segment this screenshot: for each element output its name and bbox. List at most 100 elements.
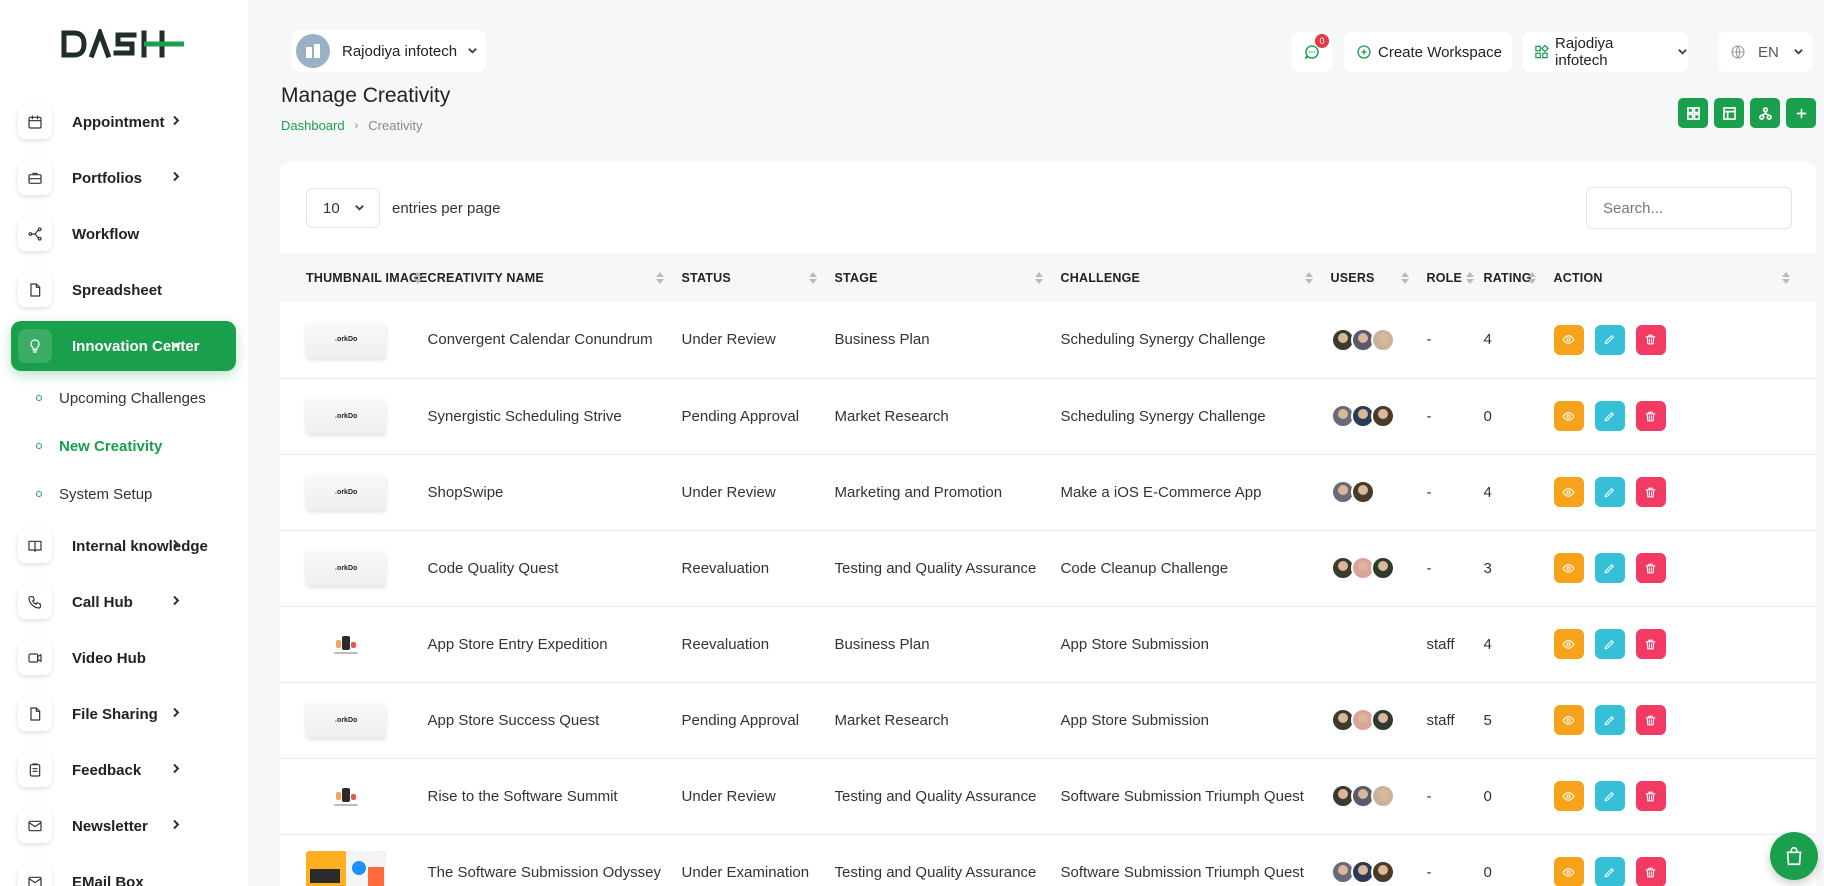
creativity-table: THUMBNAIL IMAGE CREATIVITY NAME STATUS S… bbox=[280, 253, 1816, 886]
sidebar-item-feedback[interactable]: Feedback bbox=[0, 742, 248, 798]
view-button[interactable] bbox=[1553, 857, 1584, 886]
mail-icon bbox=[18, 865, 52, 886]
edit-button[interactable] bbox=[1594, 857, 1625, 886]
delete-button[interactable] bbox=[1635, 324, 1666, 355]
edit-button[interactable] bbox=[1594, 401, 1625, 431]
edit-button[interactable] bbox=[1594, 553, 1625, 583]
eye-icon bbox=[1562, 638, 1575, 651]
create-workspace-button[interactable]: Create Workspace bbox=[1344, 32, 1512, 72]
edit-button[interactable] bbox=[1594, 629, 1625, 659]
table-row: Rise to the Software Summit Under Review T… bbox=[280, 758, 1816, 834]
bullet-icon bbox=[36, 443, 42, 449]
col-creativity-name-label: CREATIVITY NAME bbox=[427, 270, 544, 285]
user-avatar[interactable] bbox=[1370, 860, 1395, 884]
list-view-button[interactable] bbox=[1714, 98, 1744, 128]
col-thumbnail[interactable]: THUMBNAIL IMAGE bbox=[280, 253, 428, 302]
edit-button[interactable] bbox=[1594, 477, 1625, 507]
delete-button[interactable] bbox=[1635, 705, 1666, 735]
table-body: ˔orkDo Convergent Calendar Conundrum Under… bbox=[280, 302, 1816, 886]
table-row: ˔orkDo ShopSwipe Under Review Marketing and… bbox=[280, 454, 1816, 530]
col-stage[interactable]: STAGE bbox=[835, 253, 1061, 302]
sidebar-nav: Appointment Portfolios Workflow Spreadsheet… bbox=[0, 94, 248, 886]
cell-status: Pending Approval bbox=[681, 407, 800, 425]
sidebar-item-video-hub[interactable]: Video Hub bbox=[0, 630, 248, 686]
sidebar-item-portfolios[interactable]: Portfolios bbox=[0, 150, 248, 206]
col-role[interactable]: ROLE bbox=[1427, 253, 1484, 302]
sidebar-subitem-new-creativity[interactable]: New Creativity bbox=[0, 422, 248, 470]
delete-button[interactable] bbox=[1635, 629, 1666, 659]
chevron-right-icon bbox=[170, 818, 182, 835]
col-users[interactable]: USERS bbox=[1331, 253, 1427, 302]
cell-creativity-name: Synergistic Scheduling Strive bbox=[427, 407, 622, 425]
user-avatar[interactable] bbox=[1370, 784, 1395, 808]
sidebar: Appointment Portfolios Workflow Spreadsheet… bbox=[0, 0, 248, 886]
company-name: Rajodiya infotech bbox=[342, 42, 458, 60]
view-button[interactable] bbox=[1553, 324, 1584, 355]
delete-button[interactable] bbox=[1635, 477, 1666, 507]
view-button[interactable] bbox=[1553, 553, 1584, 583]
col-action[interactable]: ACTION bbox=[1554, 253, 1816, 302]
sidebar-item-workflow[interactable]: Workflow bbox=[0, 206, 248, 262]
sidebar-item-call-hub[interactable]: Call Hub bbox=[0, 574, 248, 630]
grid-view-button[interactable] bbox=[1678, 98, 1708, 128]
avatar-group bbox=[1330, 480, 1427, 504]
eye-icon bbox=[1562, 866, 1575, 879]
cart-button[interactable] bbox=[1770, 832, 1818, 880]
delete-button[interactable] bbox=[1635, 857, 1666, 886]
thumbnail-image: ˔orkDo bbox=[306, 550, 386, 586]
col-status[interactable]: STATUS bbox=[682, 253, 835, 302]
company-selector[interactable]: Rajodiya infotech bbox=[292, 30, 487, 72]
entries-per-page-select[interactable]: 10 bbox=[306, 188, 380, 228]
user-avatar[interactable] bbox=[1370, 708, 1395, 732]
user-avatar[interactable] bbox=[1370, 556, 1395, 580]
delete-button[interactable] bbox=[1635, 553, 1666, 583]
trash-icon bbox=[1644, 333, 1657, 346]
cell-rating: 0 bbox=[1483, 787, 1492, 805]
col-rating-label: RATING bbox=[1483, 270, 1532, 285]
col-rating[interactable]: RATING bbox=[1484, 253, 1554, 302]
sidebar-item-internal-knowledge[interactable]: Internal knowledge bbox=[0, 518, 248, 574]
sidebar-subitem-system-setup[interactable]: System Setup bbox=[0, 470, 248, 518]
cell-creativity-name: Convergent Calendar Conundrum bbox=[427, 331, 653, 349]
user-avatar[interactable] bbox=[1350, 480, 1375, 504]
view-button[interactable] bbox=[1553, 477, 1584, 507]
language-selector[interactable]: EN bbox=[1718, 32, 1812, 72]
sidebar-subitem-upcoming-challenges[interactable]: Upcoming Challenges bbox=[0, 374, 248, 422]
cell-stage: Market Research bbox=[834, 711, 949, 729]
col-creativity-name[interactable]: CREATIVITY NAME bbox=[428, 253, 682, 302]
edit-button[interactable] bbox=[1594, 324, 1625, 355]
add-creativity-button[interactable] bbox=[1786, 98, 1816, 128]
cell-rating: 0 bbox=[1483, 863, 1492, 881]
view-button[interactable] bbox=[1553, 401, 1584, 431]
table-row: ˔orkDo Convergent Calendar Conundrum Under… bbox=[280, 302, 1816, 378]
edit-button[interactable] bbox=[1594, 705, 1625, 735]
sidebar-item-innovation-center[interactable]: Innovation Center bbox=[11, 321, 236, 371]
dash-logo[interactable] bbox=[60, 28, 186, 60]
sidebar-item-email-box[interactable]: EMail Box bbox=[0, 854, 248, 886]
view-button[interactable] bbox=[1553, 629, 1584, 659]
view-button[interactable] bbox=[1553, 781, 1584, 811]
view-button[interactable] bbox=[1553, 705, 1584, 735]
sidebar-item-label: Video Hub bbox=[72, 649, 146, 667]
breadcrumb-dashboard[interactable]: Dashboard bbox=[281, 118, 345, 133]
cell-status: Under Review bbox=[681, 331, 776, 349]
sidebar-item-spreadsheet[interactable]: Spreadsheet bbox=[0, 262, 248, 318]
sidebar-item-appointment[interactable]: Appointment bbox=[0, 94, 248, 150]
sidebar-item-file-sharing[interactable]: File Sharing bbox=[0, 686, 248, 742]
table-row: The Software Submission Odyssey Under Exa… bbox=[280, 834, 1816, 886]
tree-view-button[interactable] bbox=[1750, 98, 1780, 128]
eye-icon bbox=[1562, 562, 1575, 575]
breadcrumb-separator-icon: › bbox=[354, 119, 359, 132]
search-input[interactable] bbox=[1586, 187, 1792, 229]
col-challenge[interactable]: CHALLENGE bbox=[1061, 253, 1331, 302]
user-avatar[interactable] bbox=[1370, 327, 1395, 352]
cell-thumbnail: ˔orkDo bbox=[280, 454, 428, 530]
user-avatar[interactable] bbox=[1370, 404, 1395, 428]
edit-button[interactable] bbox=[1594, 781, 1625, 811]
delete-button[interactable] bbox=[1635, 781, 1666, 811]
delete-button[interactable] bbox=[1635, 401, 1666, 431]
workspace-selector[interactable]: Rajodiya infotech bbox=[1522, 32, 1688, 72]
messages-button[interactable]: 0 bbox=[1292, 32, 1332, 72]
sidebar-item-newsletter[interactable]: Newsletter bbox=[0, 798, 248, 854]
chevron-down-icon bbox=[170, 338, 182, 355]
